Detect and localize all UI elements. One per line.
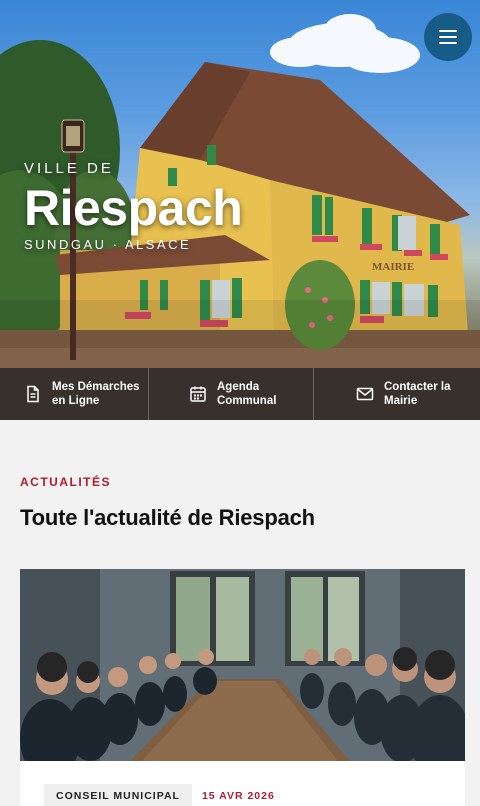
- calendar-icon: [190, 386, 206, 402]
- quick-link-label: Contacter la Mairie: [384, 381, 451, 407]
- hero-kicker: VILLE DE: [24, 160, 114, 177]
- mairie-sign: MAIRIE: [372, 261, 414, 273]
- town-name-title: Riespach: [24, 180, 243, 236]
- quick-links-bar: Mes Démarches en Ligne Agenda Communal C…: [0, 368, 480, 420]
- hamburger-menu-icon: [439, 30, 457, 32]
- quick-link-contact-mairie[interactable]: Contacter la Mairie: [314, 368, 480, 420]
- news-card[interactable]: CONSEIL MUNICIPAL 15 AVR 2026: [20, 569, 465, 806]
- quick-link-agenda[interactable]: Agenda Communal: [149, 368, 314, 420]
- news-card-meta: CONSEIL MUNICIPAL 15 AVR 2026: [44, 784, 275, 806]
- news-section-kicker: ACTUALITÉS: [20, 475, 111, 489]
- meeting-room-photo: [20, 569, 465, 761]
- mail-icon: [356, 387, 374, 401]
- quick-link-label: Agenda Communal: [217, 381, 277, 407]
- hero-region-subtitle: SUNDGAU · ALSACE: [24, 237, 192, 252]
- hero-heading-block: VILLE DE Riespach SUNDGAU · ALSACE: [24, 160, 243, 252]
- hamburger-menu-button[interactable]: [424, 13, 472, 61]
- quick-link-label: Mes Démarches en Ligne: [52, 381, 140, 407]
- news-section-title: Toute l'actualité de Riespach: [20, 505, 315, 530]
- news-card-image: [20, 569, 465, 761]
- hero-banner: MAIRIE VILLE DE Riespach SUNDGAU · ALSAC…: [0, 0, 480, 368]
- news-date: 15 AVR 2026: [201, 790, 275, 802]
- document-icon: [27, 385, 39, 403]
- category-tag[interactable]: CONSEIL MUNICIPAL: [44, 784, 192, 806]
- quick-link-online-procedures[interactable]: Mes Démarches en Ligne: [0, 368, 149, 420]
